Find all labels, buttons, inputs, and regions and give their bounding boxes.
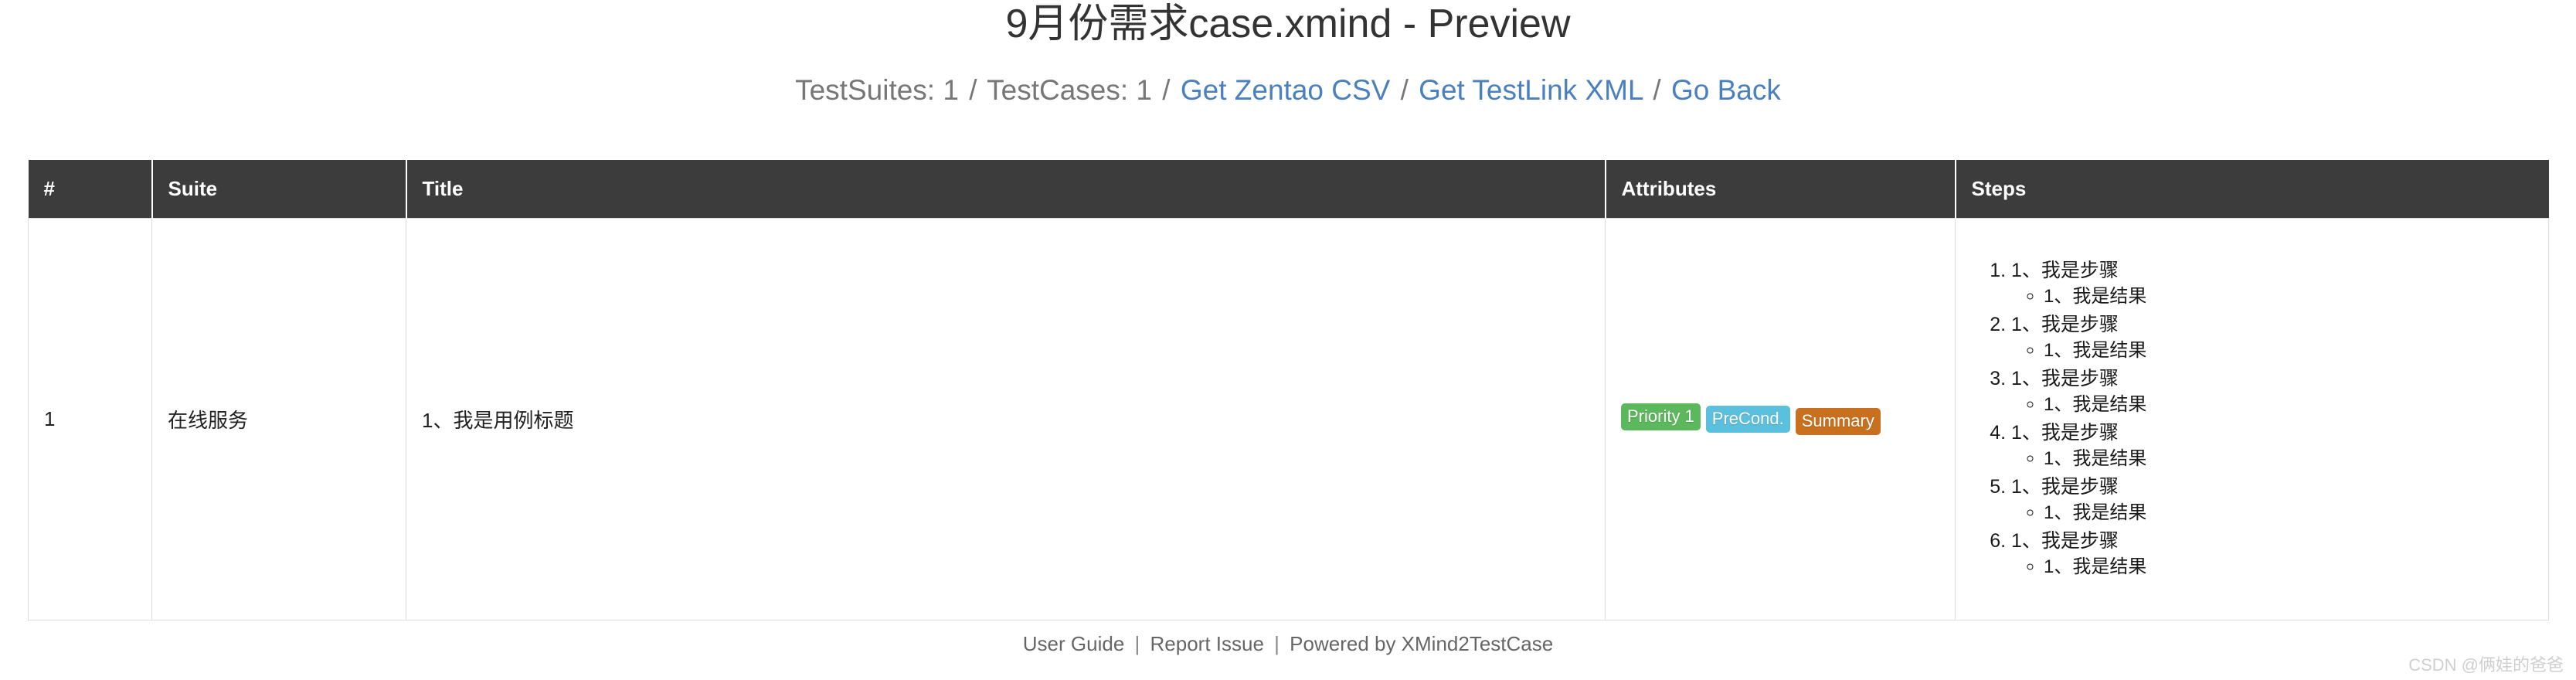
- cell-title: 1、我是用例标题: [406, 218, 1606, 620]
- powered-by-label: Powered by XMind2TestCase: [1290, 632, 1554, 655]
- get-testlink-xml-link[interactable]: Get TestLink XML: [1419, 74, 1643, 106]
- step-results-list: 1、我是结果: [2011, 554, 2533, 580]
- csdn-watermark: CSDN @俩娃的爸爸: [2408, 655, 2564, 675]
- go-back-link[interactable]: Go Back: [1671, 74, 1781, 106]
- priority-badge[interactable]: Priority 1: [1621, 403, 1701, 430]
- summary-separator-4: /: [1653, 74, 1661, 106]
- step-action: 1、我是步骤: [2011, 259, 2119, 281]
- step-results-list: 1、我是结果: [2011, 446, 2533, 472]
- summary-badge[interactable]: Summary: [1795, 408, 1881, 435]
- user-guide-link[interactable]: User Guide: [1023, 632, 1125, 655]
- testcase-table: # Suite Title Attributes Steps 1 在线服务 1、…: [28, 160, 2549, 620]
- summary-separator-2: /: [1162, 74, 1171, 106]
- step-action: 1、我是步骤: [2011, 421, 2119, 444]
- page-footer: User Guide | Report Issue | Powered by X…: [0, 632, 2576, 656]
- cell-suite: 在线服务: [151, 218, 406, 620]
- table-header-row: # Suite Title Attributes Steps: [28, 160, 2549, 219]
- footer-separator-1: |: [1134, 632, 1140, 655]
- step-results-list: 1、我是结果: [2011, 284, 2533, 310]
- attribute-badge-group: Priority 1 PreCond. Summary: [1621, 403, 1939, 435]
- step-item: 1、我是步骤 1、我是结果: [2011, 420, 2533, 472]
- step-action: 1、我是步骤: [2011, 313, 2119, 335]
- precondition-badge[interactable]: PreCond.: [1705, 406, 1790, 433]
- column-header-title: Title: [405, 160, 1606, 219]
- page-title: 9月份需求case.xmind - Preview: [1005, 1, 1571, 46]
- cell-attributes: Priority 1 PreCond. Summary: [1605, 218, 1956, 620]
- cell-index: 1: [28, 218, 152, 620]
- step-action: 1、我是步骤: [2011, 529, 2119, 552]
- cell-steps: 1、我是步骤 1、我是结果 1、我是步骤 1、我是结果: [1955, 218, 2549, 620]
- column-header-attributes: Attributes: [1604, 160, 1956, 219]
- table-row: 1 在线服务 1、我是用例标题 Priority 1 PreCond. Summar…: [28, 218, 2549, 620]
- step-results-list: 1、我是结果: [2011, 392, 2533, 418]
- step-result: 1、我是结果: [2044, 500, 2533, 526]
- summary-separator-1: /: [969, 74, 977, 106]
- preview-page: 9月份需求case.xmind - Preview TestSuites: 1 …: [0, 0, 2576, 680]
- report-issue-link[interactable]: Report Issue: [1150, 632, 1264, 655]
- testsuites-count: TestSuites: 1: [795, 74, 959, 106]
- step-results-list: 1、我是结果: [2011, 338, 2533, 364]
- step-item: 1、我是步骤 1、我是结果: [2011, 257, 2533, 310]
- step-result: 1、我是结果: [2044, 446, 2533, 472]
- step-action: 1、我是步骤: [2011, 475, 2119, 498]
- steps-list: 1、我是步骤 1、我是结果 1、我是步骤 1、我是结果: [1971, 257, 2533, 580]
- testcases-count: TestCases: 1: [987, 74, 1153, 106]
- footer-separator-2: |: [1274, 632, 1280, 655]
- get-zentao-csv-link[interactable]: Get Zentao CSV: [1181, 74, 1390, 106]
- step-item: 1、我是步骤 1、我是结果: [2011, 474, 2533, 526]
- column-header-steps: Steps: [1954, 160, 2549, 219]
- summary-bar: TestSuites: 1 / TestCases: 1 / Get Zenta…: [0, 73, 2576, 107]
- step-result: 1、我是结果: [2044, 284, 2533, 310]
- step-item: 1、我是步骤 1、我是结果: [2011, 311, 2533, 364]
- column-header-suite: Suite: [151, 160, 406, 219]
- step-item: 1、我是步骤 1、我是结果: [2011, 366, 2533, 418]
- step-result: 1、我是结果: [2044, 392, 2533, 418]
- step-item: 1、我是步骤 1、我是结果: [2011, 528, 2533, 580]
- testcase-table-container: # Suite Title Attributes Steps 1 在线服务 1、…: [28, 160, 2549, 620]
- table-body: 1 在线服务 1、我是用例标题 Priority 1 PreCond. Summar…: [28, 218, 2549, 620]
- step-action: 1、我是步骤: [2011, 367, 2119, 389]
- table-header: # Suite Title Attributes Steps: [28, 160, 2549, 219]
- step-results-list: 1、我是结果: [2011, 500, 2533, 526]
- step-result: 1、我是结果: [2044, 554, 2533, 580]
- column-header-index: #: [28, 160, 152, 219]
- summary-separator-3: /: [1400, 74, 1409, 106]
- step-result: 1、我是结果: [2044, 338, 2533, 364]
